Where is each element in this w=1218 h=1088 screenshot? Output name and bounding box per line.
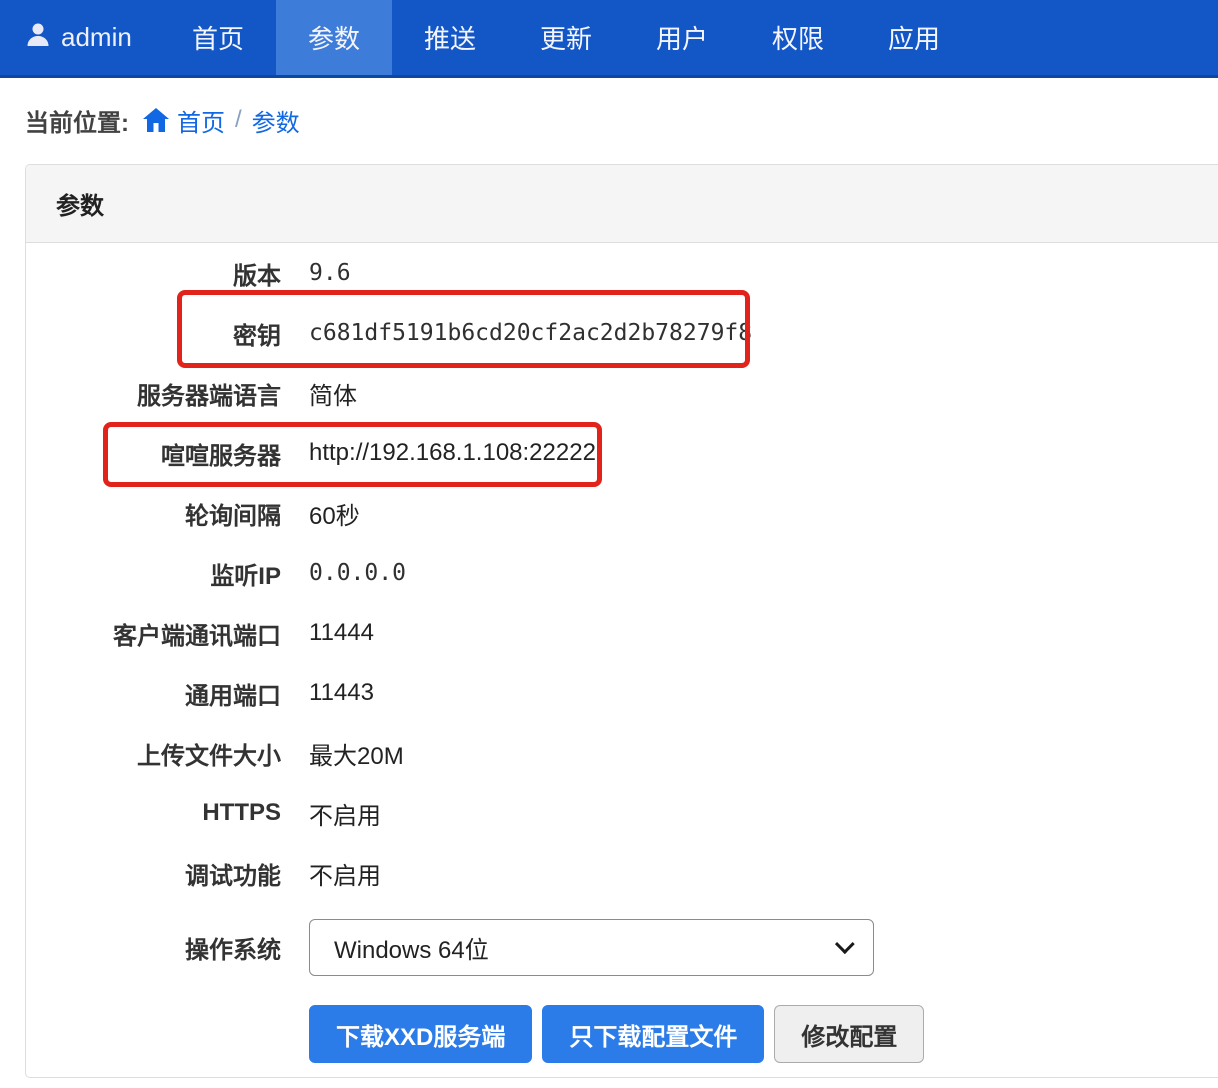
row-label: 密钥: [26, 316, 281, 351]
row-label: 版本: [26, 256, 281, 291]
row-poll-interval: 轮询间隔 60秒: [26, 483, 1218, 543]
row-value: c681df5191b6cd20cf2ac2d2b78279f8: [309, 320, 752, 346]
row-value: 11443: [309, 679, 374, 707]
row-label: 客户端通讯端口: [26, 616, 281, 651]
row-value: 0.0.0.0: [309, 560, 406, 586]
button-row: 下载XXD服务端 只下载配置文件 修改配置: [309, 1005, 1218, 1063]
row-value: 9.6: [309, 260, 351, 286]
row-label: 操作系统: [26, 930, 281, 965]
nav-tab-users[interactable]: 用户: [624, 0, 740, 75]
row-value: http://192.168.1.108:22222: [309, 439, 596, 467]
breadcrumb-separator: /: [235, 106, 242, 134]
breadcrumb: 当前位置: 首页 / 参数: [0, 100, 1218, 140]
row-value: 11444: [309, 619, 374, 647]
row-value: 60秒: [309, 496, 360, 531]
row-listen-ip: 监听IP 0.0.0.0: [26, 543, 1218, 603]
row-secret-key: 密钥 c681df5191b6cd20cf2ac2d2b78279f8: [26, 303, 1218, 363]
row-https: HTTPS 不启用: [26, 783, 1218, 843]
nav-tab-push[interactable]: 推送: [392, 0, 508, 75]
params-panel: 参数 版本 9.6 密钥 c681df5191b6cd20cf2ac2d2b78…: [25, 164, 1218, 1078]
row-value: 最大20M: [309, 736, 404, 771]
top-navbar: admin 首页 参数 推送 更新 用户 权限 应用: [0, 0, 1218, 78]
user-icon: [25, 21, 61, 54]
nav-tab-update[interactable]: 更新: [508, 0, 624, 75]
modify-config-button[interactable]: 修改配置: [774, 1005, 924, 1063]
nav-user-label: admin: [61, 22, 132, 53]
breadcrumb-home-link[interactable]: 首页: [177, 103, 225, 138]
row-client-port: 客户端通讯端口 11444: [26, 603, 1218, 663]
row-label: 喧喧服务器: [26, 436, 281, 471]
os-select[interactable]: Windows 64位: [309, 919, 874, 976]
download-config-only-button[interactable]: 只下载配置文件: [542, 1005, 764, 1063]
os-select-value: Windows 64位: [334, 930, 835, 965]
page: admin 首页 参数 推送 更新 用户 权限 应用 当前位置: 首页 / 参数…: [0, 0, 1218, 1088]
row-value: 简体: [309, 376, 357, 411]
home-icon[interactable]: [143, 108, 169, 132]
row-debug: 调试功能 不启用: [26, 843, 1218, 903]
row-label: 上传文件大小: [26, 736, 281, 771]
row-value: 不启用: [309, 796, 381, 831]
nav-tab-home[interactable]: 首页: [160, 0, 276, 75]
breadcrumb-prefix: 当前位置:: [25, 103, 129, 138]
row-server-language: 服务器端语言 简体: [26, 363, 1218, 423]
nav-tab-apps[interactable]: 应用: [856, 0, 972, 75]
row-label: 轮询间隔: [26, 496, 281, 531]
row-os: 操作系统 Windows 64位: [26, 903, 1218, 991]
row-label: 调试功能: [26, 856, 281, 891]
nav-user[interactable]: admin: [0, 0, 160, 75]
row-label: 监听IP: [26, 556, 281, 591]
nav-tab-permissions[interactable]: 权限: [740, 0, 856, 75]
panel-header: 参数: [26, 165, 1218, 243]
nav-tab-params[interactable]: 参数: [276, 0, 392, 75]
panel-title: 参数: [56, 186, 104, 221]
panel-body: 版本 9.6 密钥 c681df5191b6cd20cf2ac2d2b78279…: [26, 243, 1218, 1077]
row-label: 通用端口: [26, 676, 281, 711]
row-value: 不启用: [309, 856, 381, 891]
row-label: HTTPS: [26, 799, 281, 827]
breadcrumb-current-link[interactable]: 参数: [252, 103, 300, 138]
row-common-port: 通用端口 11443: [26, 663, 1218, 723]
row-xuanxuan-server: 喧喧服务器 http://192.168.1.108:22222: [26, 423, 1218, 483]
row-version: 版本 9.6: [26, 243, 1218, 303]
chevron-down-icon: [835, 934, 855, 954]
row-upload-size: 上传文件大小 最大20M: [26, 723, 1218, 783]
download-xxd-server-button[interactable]: 下载XXD服务端: [309, 1005, 532, 1063]
row-label: 服务器端语言: [26, 376, 281, 411]
